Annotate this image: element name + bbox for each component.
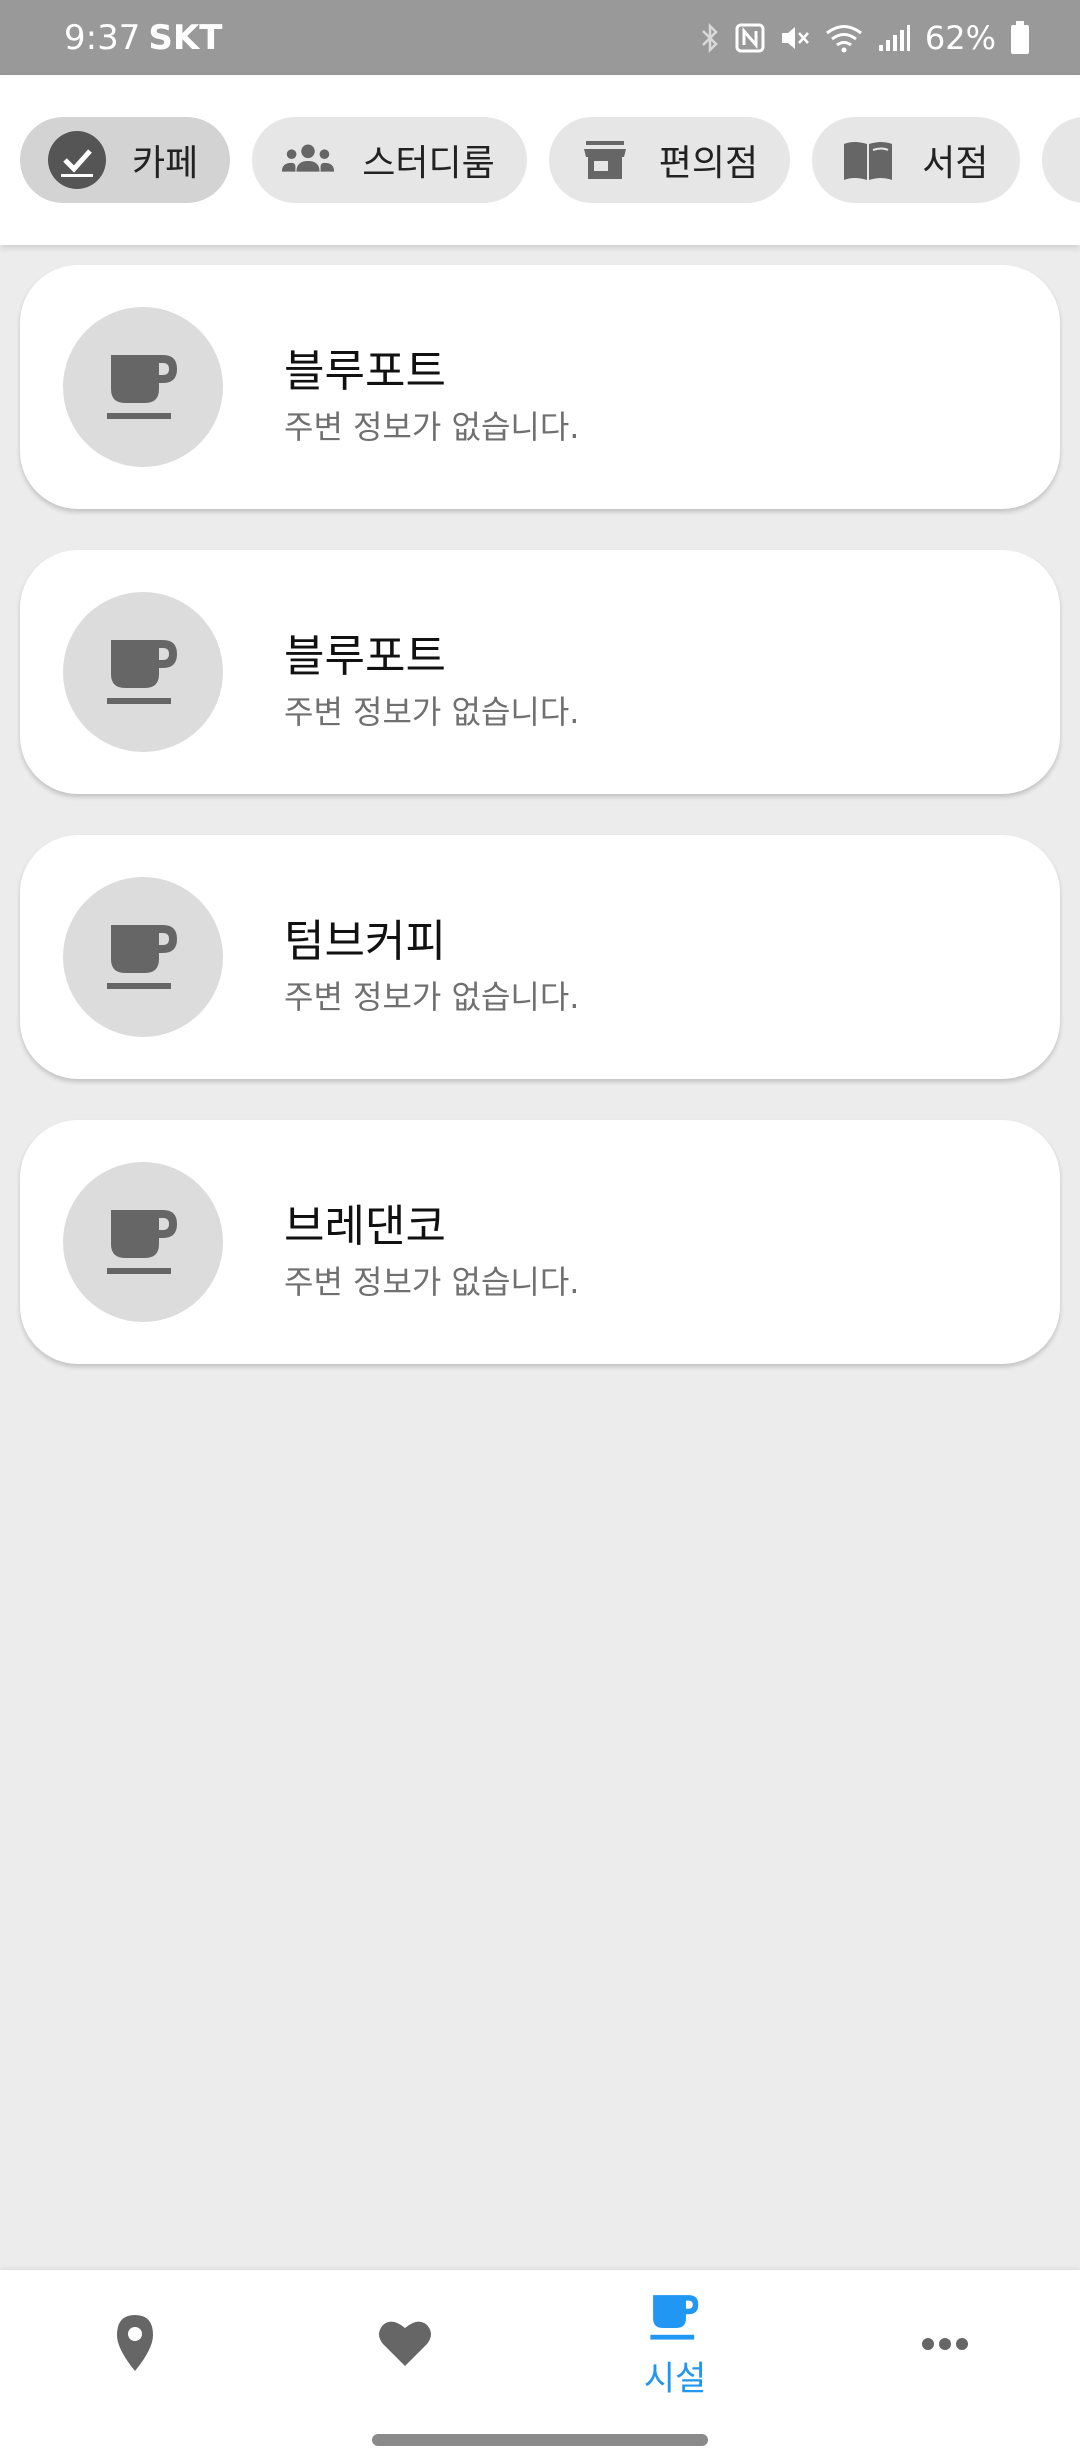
chip-cafe[interactable]: 카페 bbox=[20, 117, 231, 203]
place-card[interactable]: 텀브커피 주변 정보가 없습니다. bbox=[20, 835, 1060, 1079]
chip-label: 서점 bbox=[922, 143, 989, 184]
chip-label: 편의점 bbox=[658, 143, 759, 184]
place-card[interactable]: 블루포트 주변 정보가 없습니다. bbox=[20, 265, 1060, 509]
place-subtitle: 주변 정보가 없습니다. bbox=[284, 693, 580, 731]
chip-label: 카페 bbox=[132, 143, 199, 184]
wifi-icon bbox=[825, 23, 863, 53]
chip-label: 스터디룸 bbox=[362, 143, 495, 184]
status-right: 62% bbox=[699, 19, 1030, 57]
store-icon bbox=[577, 132, 633, 188]
chip-bookstore[interactable]: 서점 bbox=[812, 117, 1021, 203]
status-bar: 9:37 SKT 62% bbox=[0, 0, 1080, 75]
chip-study-room[interactable]: 스터디룸 bbox=[252, 117, 527, 203]
coffee-cup-icon bbox=[648, 2291, 702, 2347]
place-name: 텀브커피 bbox=[284, 916, 446, 967]
nav-facilities[interactable]: 시설 bbox=[540, 2270, 810, 2420]
nav-facilities-label: 시설 bbox=[643, 2358, 707, 2399]
place-card[interactable]: 블루포트 주변 정보가 없습니다. bbox=[20, 550, 1060, 794]
status-left: 9:37 SKT bbox=[64, 18, 222, 58]
coffee-cup-icon bbox=[63, 592, 223, 752]
category-chip-row: 카페 스터디룸 편의점 서점 bbox=[20, 117, 1080, 203]
bottom-nav: 시설 bbox=[0, 2270, 1080, 2460]
heart-icon bbox=[377, 2318, 433, 2372]
check-icon bbox=[48, 131, 106, 189]
place-name: 블루포트 bbox=[284, 631, 446, 682]
category-chip-bar: 카페 스터디룸 편의점 서점 bbox=[0, 75, 1080, 245]
place-subtitle: 주변 정보가 없습니다. bbox=[284, 978, 580, 1016]
chip-more-partial[interactable] bbox=[1042, 117, 1080, 203]
place-name: 블루포트 bbox=[284, 346, 446, 397]
coffee-cup-icon bbox=[63, 1162, 223, 1322]
more-icon bbox=[921, 2336, 969, 2355]
nav-map[interactable] bbox=[0, 2270, 270, 2420]
nav-more[interactable] bbox=[810, 2270, 1080, 2420]
bluetooth-icon bbox=[699, 22, 721, 54]
place-subtitle: 주변 정보가 없습니다. bbox=[284, 408, 580, 446]
signal-icon bbox=[877, 23, 911, 53]
map-pin-icon bbox=[113, 2313, 157, 2377]
app-screen: 9:37 SKT 62% 카페 스터디룸 편의점 서점 블루포트 주변 정보가 … bbox=[0, 0, 1080, 2460]
chip-convenience-store[interactable]: 편의점 bbox=[548, 117, 791, 203]
coffee-cup-icon bbox=[63, 877, 223, 1037]
book-icon bbox=[840, 132, 896, 188]
nav-favorites[interactable] bbox=[270, 2270, 540, 2420]
place-name: 브레댄코 bbox=[284, 1201, 446, 1252]
status-carrier: SKT bbox=[148, 17, 223, 58]
nfc-icon bbox=[735, 23, 765, 53]
mute-icon bbox=[779, 23, 811, 53]
place-list: 블루포트 주변 정보가 없습니다. 블루포트 주변 정보가 없습니다. 텀브커피… bbox=[20, 265, 1060, 1405]
coffee-cup-icon bbox=[63, 307, 223, 467]
place-subtitle: 주변 정보가 없습니다. bbox=[284, 1263, 580, 1301]
place-card[interactable]: 브레댄코 주변 정보가 없습니다. bbox=[20, 1120, 1060, 1364]
battery-percent: 62% bbox=[924, 18, 996, 57]
battery-icon bbox=[1010, 20, 1030, 55]
home-indicator[interactable] bbox=[372, 2434, 708, 2446]
people-icon bbox=[280, 132, 336, 188]
status-time: 9:37 bbox=[64, 17, 141, 58]
